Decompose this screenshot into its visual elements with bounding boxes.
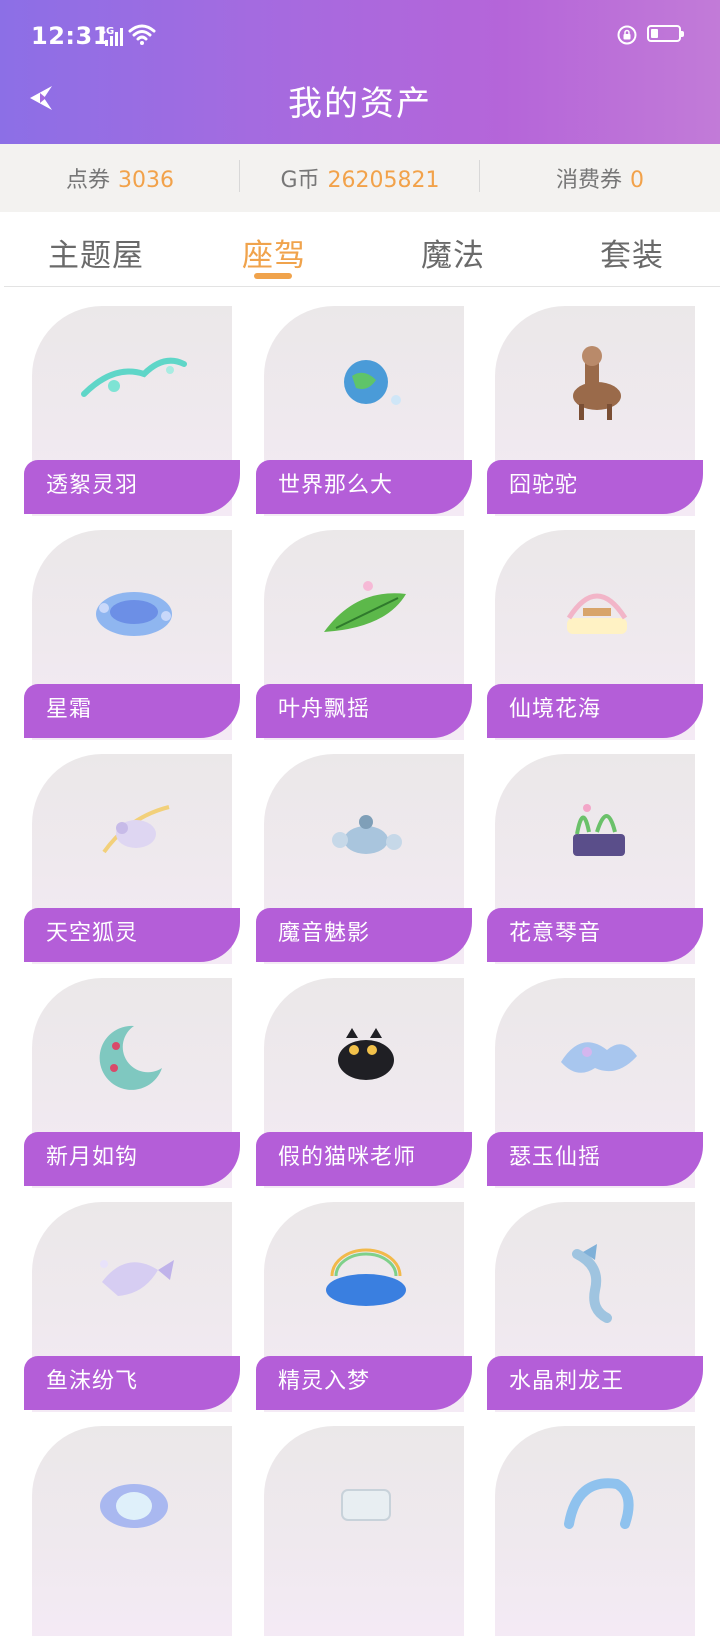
- mount-card[interactable]: [487, 1426, 705, 1636]
- mount-card[interactable]: 天空狐灵: [24, 754, 242, 964]
- currency-voucher: 消费券 0: [480, 162, 720, 194]
- mount-card[interactable]: 魔音魅影: [256, 754, 474, 964]
- mount-name: 世界那么大: [256, 460, 472, 514]
- feather-wing-icon: [81, 357, 187, 397]
- active-tab-indicator: [254, 273, 292, 279]
- fox-spirit-icon: [102, 805, 170, 854]
- crystal-box-icon: [341, 1489, 391, 1521]
- flower-swing-icon: [566, 593, 628, 634]
- currency-value: 26205821: [327, 168, 440, 193]
- jade-cloud-icon: [561, 1042, 637, 1073]
- black-cat-icon: [338, 1028, 394, 1080]
- crystal-dragon-icon: [572, 1244, 612, 1323]
- currency-value: 3036: [118, 168, 174, 193]
- mount-card[interactable]: 叶舟飘摇: [256, 530, 474, 740]
- mount-card[interactable]: 鱼沫纷飞: [24, 1202, 242, 1412]
- fish-bubble-icon: [100, 1260, 174, 1296]
- globe-icon: [344, 360, 401, 405]
- mount-card[interactable]: [256, 1426, 474, 1636]
- mount-name: 天空狐灵: [24, 908, 240, 962]
- page-title: 我的资产: [288, 84, 432, 124]
- tab-magic[interactable]: 魔法: [421, 230, 485, 275]
- mount-name: 假的猫咪老师: [256, 1132, 472, 1186]
- mount-card[interactable]: 世界那么大: [256, 306, 474, 516]
- rainbow-cloud-icon: [326, 1248, 406, 1306]
- mount-name: 叶舟飘摇: [256, 684, 472, 738]
- mount-card[interactable]: 星霜: [24, 530, 242, 740]
- mount-card[interactable]: 假的猫咪老师: [256, 978, 474, 1188]
- alpaca-icon: [573, 346, 621, 420]
- mount-name: 仙境花海: [487, 684, 703, 738]
- tab-outfit[interactable]: 套装: [600, 230, 664, 275]
- crescent-moon-icon: [99, 1025, 162, 1090]
- rotation-lock-icon: [617, 25, 637, 45]
- mount-card[interactable]: 水晶刺龙王: [487, 1202, 705, 1412]
- mount-name: 瑟玉仙摇: [487, 1132, 703, 1186]
- currency-coupon: 点券 3036: [0, 160, 240, 194]
- currency-bar: 点券 3036 G币 26205821 消费券 0: [0, 144, 720, 212]
- mount-name: 水晶刺龙王: [487, 1356, 703, 1410]
- disc-platform-icon: [96, 592, 172, 636]
- currency-label: 消费券: [555, 168, 622, 193]
- signal-icon: [101, 28, 123, 46]
- mount-card[interactable]: 透絮灵羽: [24, 306, 242, 516]
- mount-card[interactable]: 精灵入梦: [256, 1202, 474, 1412]
- ring-portal-icon: [100, 1484, 168, 1528]
- flower-piano-icon: [573, 804, 625, 856]
- leaf-boat-icon: [324, 581, 406, 632]
- battery-icon: [647, 25, 684, 42]
- mount-card[interactable]: 花意琴音: [487, 754, 705, 964]
- currency-value: 0: [630, 168, 644, 193]
- currency-label: 点券: [65, 168, 110, 193]
- mount-card[interactable]: 新月如钩: [24, 978, 242, 1188]
- mount-card[interactable]: 囧驼驼: [487, 306, 705, 516]
- tab-theme-house[interactable]: 主题屋: [48, 230, 144, 275]
- mount-name: 精灵入梦: [256, 1356, 472, 1410]
- mount-name: 星霜: [24, 684, 240, 738]
- category-tabs: 主题屋 座驾 魔法 套装: [0, 212, 720, 286]
- wifi-icon: [128, 24, 156, 45]
- mount-name: 花意琴音: [487, 908, 703, 962]
- mount-name: 透絮灵羽: [24, 460, 240, 514]
- mount-name: 鱼沫纷飞: [24, 1356, 240, 1410]
- mount-name: 魔音魅影: [256, 908, 472, 962]
- mount-grid: 透絮灵羽 世界那么大 囧驼驼星霜 叶舟飘摇 仙境花海天空狐灵 魔音魅影 花意琴音新月如钩 假的…: [0, 287, 720, 1636]
- water-arch-icon: [564, 1478, 634, 1529]
- currency-gcoin: G币 26205821: [240, 160, 480, 194]
- tab-mount[interactable]: 座驾: [242, 230, 306, 275]
- mount-card[interactable]: [24, 1426, 242, 1636]
- header: 12:31 4G 我的资产: [0, 0, 720, 144]
- mount-name: 新月如钩: [24, 1132, 240, 1186]
- currency-label: G币: [280, 168, 320, 193]
- mount-card[interactable]: 仙境花海: [487, 530, 705, 740]
- mount-name: 囧驼驼: [487, 460, 703, 514]
- magic-sound-icon: [332, 815, 402, 854]
- mount-card[interactable]: 瑟玉仙摇: [487, 978, 705, 1188]
